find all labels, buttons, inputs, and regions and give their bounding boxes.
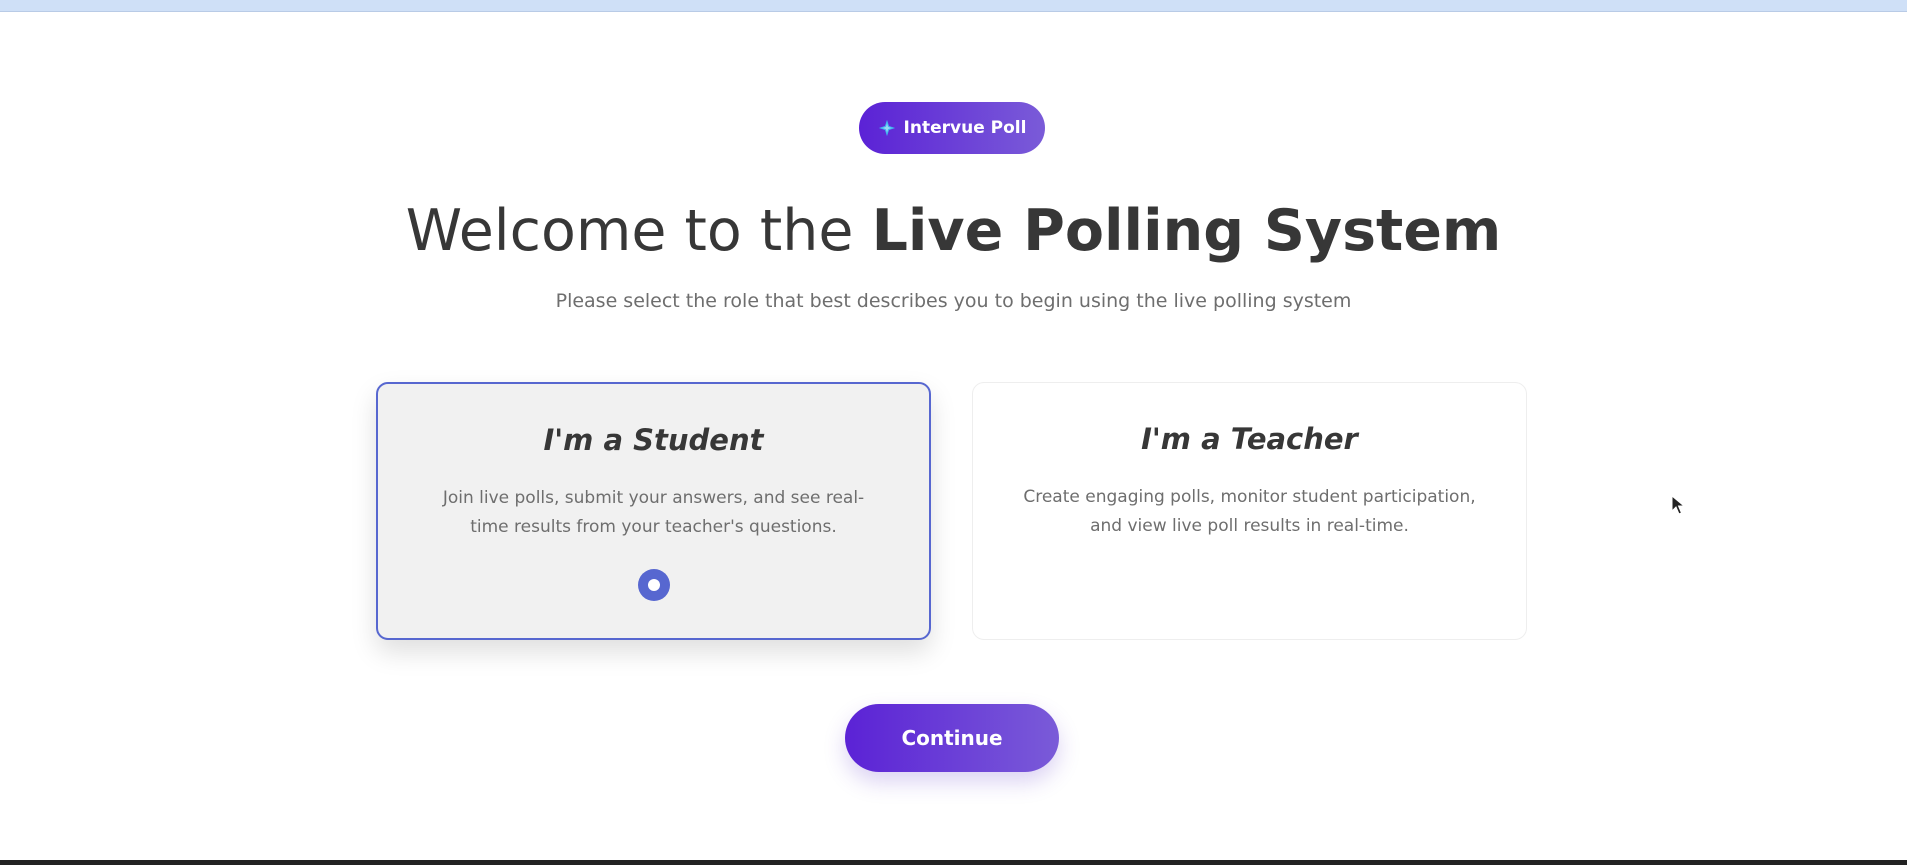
- role-card-description: Create engaging polls, monitor student p…: [1023, 487, 1476, 536]
- role-card-description: Join live polls, submit your answers, an…: [442, 488, 865, 537]
- sparkle-icon: [878, 119, 895, 137]
- continue-button[interactable]: Continue: [845, 704, 1059, 772]
- title-regular-text: Welcome to the: [405, 198, 872, 264]
- title-bold-text: Live Polling System: [871, 198, 1502, 264]
- role-card-title: I'm a Student: [543, 423, 764, 457]
- page-title: Welcome to the Live Polling System: [0, 196, 1907, 266]
- role-card-teacher[interactable]: I'm a Teacher Create engaging polls, mon…: [972, 382, 1527, 640]
- role-card-title: I'm a Teacher: [1141, 422, 1358, 456]
- page-subtitle: Please select the role that best describ…: [555, 290, 1352, 312]
- bottom-taskbar-strip: [0, 860, 1907, 865]
- mouse-cursor-icon: [1671, 495, 1685, 515]
- selected-radio-icon[interactable]: [638, 569, 670, 601]
- brand-label: Intervue Poll: [903, 118, 1027, 138]
- brand-badge: Intervue Poll: [859, 102, 1045, 154]
- browser-top-strip: [0, 0, 1907, 12]
- role-card-student[interactable]: I'm a Student Join live polls, submit yo…: [376, 382, 931, 640]
